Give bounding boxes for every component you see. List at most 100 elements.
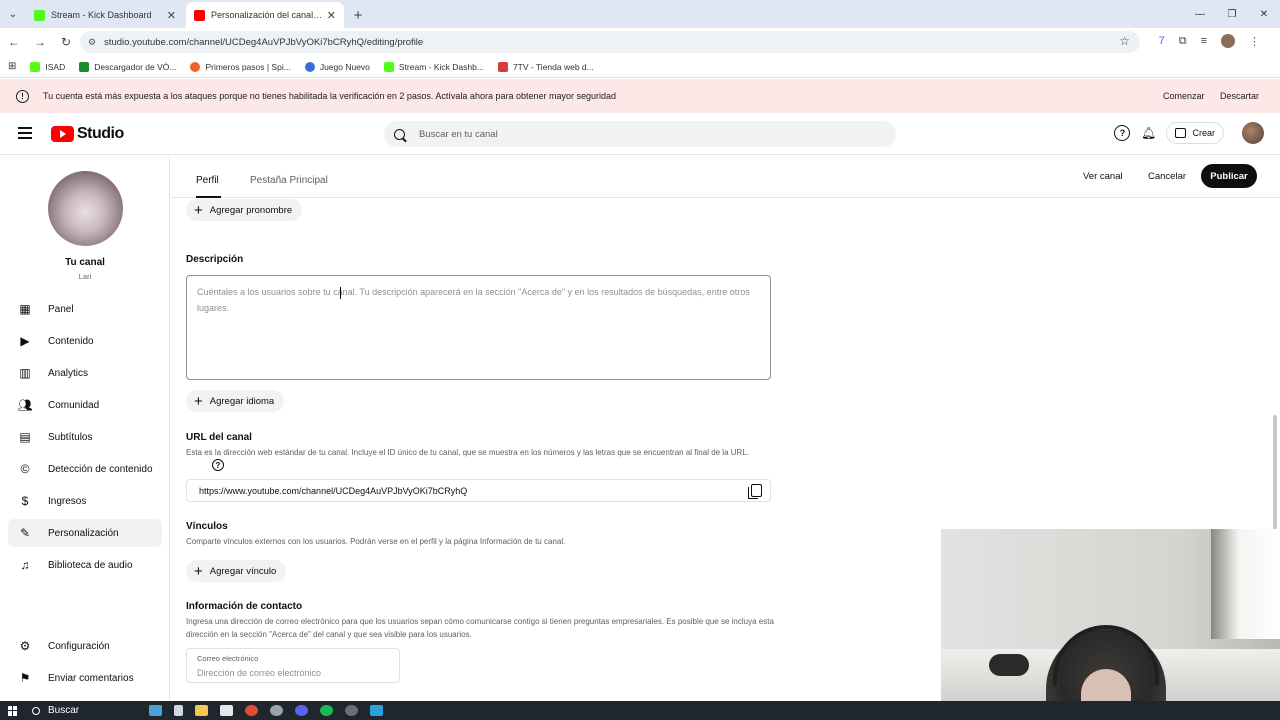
- discord-icon[interactable]: [295, 705, 309, 716]
- tab-profile[interactable]: Perfil: [196, 175, 219, 186]
- sidebar-item-community[interactable]: 👥︎ Comunidad: [8, 391, 162, 419]
- sidebar-item-audio-library[interactable]: ♫ Biblioteca de audio: [8, 551, 162, 579]
- sidebar-item-label: Detección de contenido: [48, 463, 153, 475]
- sidebar-item-panel[interactable]: ▦ Panel: [8, 295, 162, 323]
- settings-app-icon[interactable]: [270, 705, 284, 716]
- page-scrollbar[interactable]: [1273, 415, 1277, 533]
- sidebar-item-content-detection[interactable]: © Detección de contenido: [8, 455, 162, 483]
- plus-icon: +: [194, 392, 203, 410]
- forward-icon[interactable]: →: [28, 30, 52, 54]
- bookmark-label: ISAD: [45, 61, 66, 72]
- logo-text: Studio: [77, 125, 124, 142]
- bookmark-item[interactable]: Juego Nuevo: [304, 61, 370, 72]
- webcam-overlay: [941, 529, 1280, 701]
- description-textarea[interactable]: Cuéntales a los usuarios sobre tu canal.…: [186, 275, 771, 380]
- sidebar-item-content[interactable]: ▶ Contenido: [8, 327, 162, 355]
- reading-list-icon[interactable]: ≡: [1201, 35, 1207, 47]
- url-input[interactable]: ⚙ studio.youtube.com/channel/UCDeg4AuVPJ…: [80, 31, 1140, 53]
- cancel-button[interactable]: Cancelar: [1148, 171, 1186, 182]
- channel-url-field[interactable]: https://www.youtube.com/channel/UCDeg4Au…: [186, 479, 771, 502]
- banner-message: Tu cuenta está más expuesta a los ataque…: [43, 91, 617, 101]
- sidebar-item-customization[interactable]: ✎ Personalización: [8, 519, 162, 547]
- sidebar-item-label: Comunidad: [48, 399, 100, 411]
- bookmark-favicon-icon: [30, 61, 41, 72]
- add-link-button[interactable]: + Agregar vínculo: [186, 560, 287, 582]
- bookmark-label: Juego Nuevo: [319, 61, 370, 72]
- bookmark-item[interactable]: Primeros pasos | Spi...: [190, 61, 291, 72]
- bookmark-label: 7TV - Tienda web d...: [512, 61, 594, 72]
- tab-search-icon[interactable]: ⌄: [0, 0, 26, 28]
- tab-title: Stream - Kick Dashboard: [51, 10, 152, 20]
- app-icon[interactable]: [370, 705, 384, 716]
- studio-header: Studio Buscar en tu canal ? 🔔︎ Crear: [0, 113, 1280, 155]
- menu-icon[interactable]: [18, 127, 32, 139]
- bookmark-star-icon[interactable]: ☆: [1119, 34, 1130, 48]
- spotify-icon[interactable]: [320, 705, 334, 716]
- seventv-extension-icon[interactable]: 7: [1159, 35, 1165, 47]
- description-title: Descripción: [186, 254, 244, 265]
- email-field[interactable]: Correo electrónico Dirección de correo e…: [186, 648, 400, 683]
- start-verification-button[interactable]: Comenzar: [1163, 91, 1205, 101]
- account-avatar[interactable]: [1242, 122, 1264, 144]
- task-view-icon[interactable]: [174, 705, 184, 716]
- browser-tab-youtube-studio[interactable]: Personalización del canal - You ✕: [186, 2, 344, 28]
- widgets-icon[interactable]: [149, 705, 163, 716]
- help-icon[interactable]: ?: [1114, 125, 1131, 141]
- os-taskbar: Buscar: [0, 701, 1280, 720]
- site-info-icon[interactable]: ⚙: [88, 37, 96, 48]
- browser-tab-kick[interactable]: Stream - Kick Dashboard ✕: [26, 2, 184, 28]
- dashboard-icon: ▦: [19, 302, 31, 316]
- help-icon[interactable]: ?: [212, 459, 224, 471]
- file-explorer-icon[interactable]: [195, 705, 209, 716]
- reload-icon[interactable]: ↻: [54, 30, 78, 54]
- minimize-icon[interactable]: —: [1184, 0, 1216, 28]
- channel-avatar[interactable]: [48, 171, 123, 246]
- contact-title: Información de contacto: [186, 601, 303, 612]
- add-pronoun-button[interactable]: + Agregar pronombre: [186, 199, 303, 221]
- taskbar-search-label: Buscar: [48, 705, 80, 716]
- chrome-icon[interactable]: [245, 705, 259, 716]
- notepad-icon[interactable]: [220, 705, 234, 716]
- sidebar-item-feedback[interactable]: ⚑ Enviar comentarios: [8, 664, 162, 692]
- plus-icon: +: [194, 562, 203, 580]
- content-icon: ▶: [20, 334, 30, 348]
- windows-start-icon[interactable]: [8, 705, 18, 716]
- close-tab-icon[interactable]: ✕: [327, 9, 336, 22]
- sidebar-item-earn[interactable]: $ Ingresos: [8, 487, 162, 515]
- taskbar-search[interactable]: Buscar: [32, 705, 79, 716]
- extensions-area: 7 ⧉ ≡ ⋮: [1159, 34, 1260, 48]
- view-channel-button[interactable]: Ver canal: [1083, 171, 1123, 182]
- copy-icon[interactable]: [748, 484, 762, 499]
- close-window-icon[interactable]: ✕: [1248, 0, 1280, 28]
- bookmark-item[interactable]: ISAD: [30, 61, 66, 72]
- browser-tab-bar: ⌄ Stream - Kick Dashboard ✕ Personalizac…: [0, 0, 1280, 28]
- links-description: Comparte vínculos externos con los usuar…: [186, 537, 566, 546]
- sidebar-item-analytics[interactable]: ▥ Analytics: [8, 359, 162, 387]
- extensions-icon[interactable]: ⧉: [1179, 35, 1187, 48]
- dismiss-banner-button[interactable]: Descartar: [1220, 91, 1259, 101]
- maximize-icon[interactable]: ❐: [1216, 0, 1248, 28]
- bookmark-item[interactable]: Stream - Kick Dashb...: [383, 61, 484, 72]
- tab-home[interactable]: Pestaña Principal: [250, 175, 328, 186]
- close-tab-icon[interactable]: ✕: [167, 9, 176, 22]
- add-language-button[interactable]: + Agregar idioma: [186, 390, 285, 412]
- search-input[interactable]: Buscar en tu canal: [384, 121, 896, 147]
- apps-grid-icon[interactable]: ⊞: [8, 61, 16, 72]
- browser-menu-icon[interactable]: ⋮: [1249, 35, 1260, 48]
- bookmark-item[interactable]: Descargador de VÓ...: [79, 61, 176, 72]
- create-button[interactable]: Crear: [1166, 122, 1224, 144]
- sidebar-item-settings[interactable]: ⚙ Configuración: [8, 632, 162, 660]
- publish-button[interactable]: Publicar: [1201, 164, 1257, 188]
- feedback-icon: ⚑: [19, 671, 31, 685]
- studio-logo[interactable]: Studio: [51, 125, 124, 143]
- bookmark-item[interactable]: 7TV - Tienda web d...: [497, 61, 594, 72]
- channel-url-value: https://www.youtube.com/channel/UCDeg4Au…: [199, 485, 468, 496]
- sidebar-item-label: Configuración: [48, 640, 110, 652]
- community-icon: 👥︎: [17, 398, 33, 412]
- obs-icon[interactable]: [345, 705, 359, 716]
- notifications-bell-icon[interactable]: 🔔︎: [1140, 125, 1156, 141]
- new-tab-icon[interactable]: +: [346, 2, 370, 28]
- back-icon[interactable]: ←: [2, 30, 26, 54]
- sidebar-item-subtitles[interactable]: ▤ Subtítulos: [8, 423, 162, 451]
- profile-avatar-icon[interactable]: [1221, 34, 1235, 48]
